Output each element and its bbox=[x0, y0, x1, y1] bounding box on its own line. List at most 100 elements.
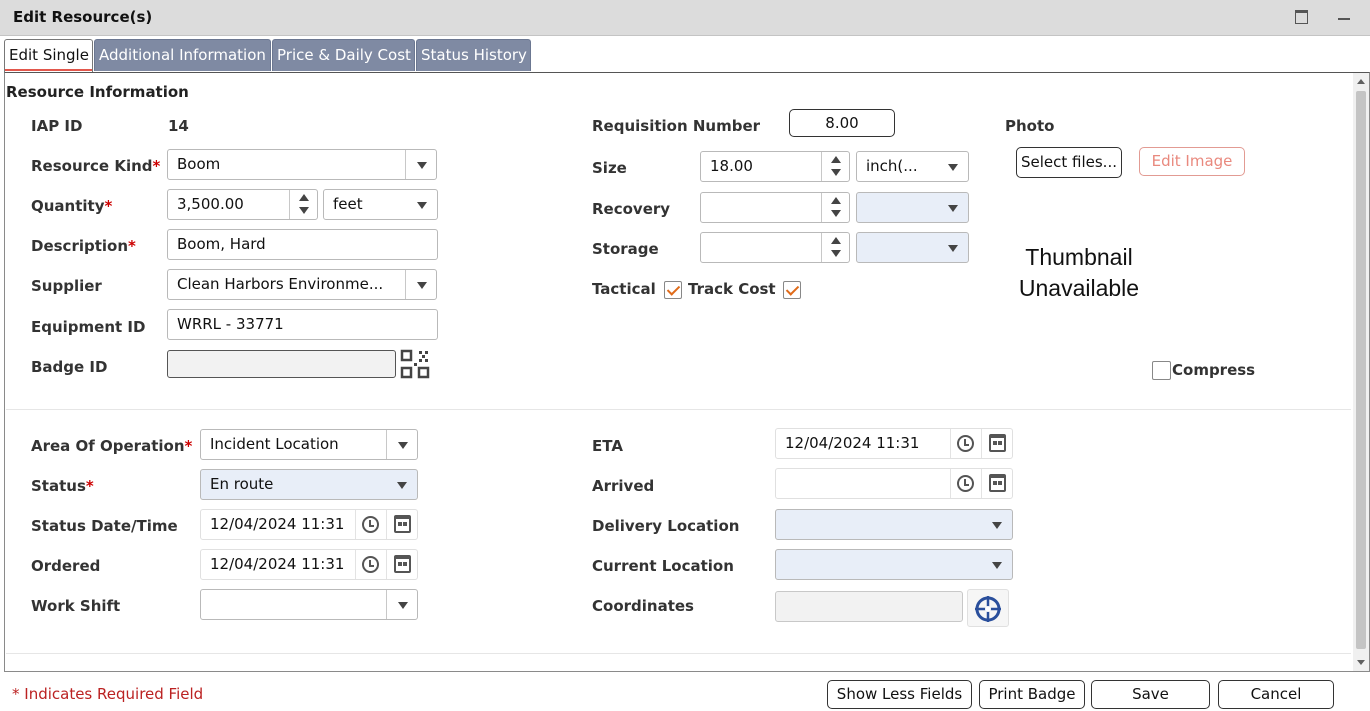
edit-image-button[interactable]: Edit Image bbox=[1139, 147, 1245, 176]
quantity-spin-buttons[interactable] bbox=[289, 190, 317, 219]
size-unit-select[interactable]: inch(... bbox=[856, 151, 969, 182]
supplier-value: Clean Harbors Environme... bbox=[177, 275, 384, 293]
locate-coordinates-button[interactable] bbox=[967, 589, 1009, 627]
size-unit-dropdown-toggle[interactable] bbox=[937, 152, 968, 181]
delivery-location-dropdown-toggle[interactable] bbox=[981, 510, 1012, 539]
size-spin-buttons[interactable] bbox=[821, 152, 849, 181]
resource-kind-label: Resource Kind* bbox=[31, 157, 161, 175]
chevron-down-icon bbox=[948, 205, 958, 212]
compress-checkbox[interactable] bbox=[1152, 361, 1171, 380]
photo-label: Photo bbox=[1005, 117, 1055, 135]
compress-label: Compress bbox=[1172, 361, 1256, 379]
status-date-button[interactable] bbox=[386, 510, 417, 539]
size-stepper[interactable]: 18.00 bbox=[700, 151, 850, 182]
maximize-icon[interactable] bbox=[1291, 6, 1311, 26]
chevron-down-icon bbox=[398, 602, 408, 609]
current-location-select[interactable] bbox=[775, 549, 1013, 580]
description-input[interactable]: Boom, Hard bbox=[167, 229, 438, 260]
thumbnail-line-1: Thumbnail bbox=[1025, 244, 1133, 270]
equipment-id-label: Equipment ID bbox=[31, 318, 146, 336]
chevron-down-icon bbox=[417, 162, 427, 169]
status-datetime-value: 12/04/2024 11:31 bbox=[210, 515, 345, 533]
eta-time-button[interactable] bbox=[950, 429, 981, 458]
spin-up-icon[interactable] bbox=[299, 194, 309, 201]
storage-spin-buttons[interactable] bbox=[821, 233, 849, 262]
ordered-time-button[interactable] bbox=[355, 550, 386, 579]
badge-id-input[interactable] bbox=[167, 350, 396, 378]
spin-down-icon[interactable] bbox=[831, 250, 841, 257]
storage-unit-select[interactable] bbox=[856, 232, 969, 263]
description-label: Description* bbox=[31, 237, 136, 255]
equipment-id-input[interactable]: WRRL - 33771 bbox=[167, 309, 438, 340]
chevron-down-icon bbox=[398, 442, 408, 449]
spin-down-icon[interactable] bbox=[831, 210, 841, 217]
spin-down-icon[interactable] bbox=[831, 169, 841, 176]
status-select[interactable]: En route bbox=[200, 469, 418, 500]
scroll-up-icon[interactable] bbox=[1357, 79, 1365, 84]
status-time-button[interactable] bbox=[355, 510, 386, 539]
quantity-unit-select[interactable]: feet bbox=[323, 189, 438, 220]
quantity-unit-dropdown-toggle[interactable] bbox=[406, 190, 437, 219]
tab-price-daily-cost[interactable]: Price & Daily Cost bbox=[272, 39, 415, 71]
chevron-down-icon bbox=[417, 202, 427, 209]
eta-datetime-picker[interactable]: 12/04/2024 11:31 bbox=[775, 428, 1013, 459]
ordered-datetime-picker[interactable]: 12/04/2024 11:31 bbox=[200, 549, 418, 580]
spin-up-icon[interactable] bbox=[831, 197, 841, 204]
resource-kind-select[interactable]: Boom bbox=[167, 149, 437, 180]
requisition-number-input[interactable]: 8.00 bbox=[789, 109, 895, 137]
storage-unit-dropdown-toggle[interactable] bbox=[937, 233, 968, 262]
ordered-date-button[interactable] bbox=[386, 550, 417, 579]
current-location-dropdown-toggle[interactable] bbox=[981, 550, 1012, 579]
chevron-down-icon bbox=[992, 522, 1002, 529]
chevron-down-icon bbox=[397, 482, 407, 489]
spin-up-icon[interactable] bbox=[831, 237, 841, 244]
quantity-stepper[interactable]: 3,500.00 bbox=[167, 189, 318, 220]
scroll-down-icon[interactable] bbox=[1357, 660, 1365, 665]
coordinates-input[interactable] bbox=[775, 591, 963, 622]
minimize-icon[interactable] bbox=[1335, 6, 1355, 26]
scroll-thumb[interactable] bbox=[1356, 91, 1366, 649]
vertical-scrollbar[interactable] bbox=[1353, 73, 1369, 671]
recovery-unit-dropdown-toggle[interactable] bbox=[937, 193, 968, 222]
storage-stepper[interactable] bbox=[700, 232, 850, 263]
status-dropdown-toggle[interactable] bbox=[386, 470, 417, 499]
supplier-select[interactable]: Clean Harbors Environme... bbox=[167, 269, 437, 300]
recovery-unit-select[interactable] bbox=[856, 192, 969, 223]
required-marker: * bbox=[104, 197, 113, 215]
recovery-stepper[interactable] bbox=[700, 192, 850, 223]
edit-single-panel: Resource Information IAP ID 14 Resource … bbox=[4, 72, 1370, 672]
status-datetime-picker[interactable]: 12/04/2024 11:31 bbox=[200, 509, 418, 540]
tab-status-history[interactable]: Status History bbox=[416, 39, 531, 71]
spin-down-icon[interactable] bbox=[299, 207, 309, 214]
delivery-location-select[interactable] bbox=[775, 509, 1013, 540]
arrived-date-button[interactable] bbox=[981, 469, 1012, 498]
area-of-operation-dropdown-toggle[interactable] bbox=[386, 430, 417, 459]
calendar-icon bbox=[989, 474, 1006, 492]
save-button[interactable]: Save bbox=[1091, 680, 1210, 709]
spin-up-icon[interactable] bbox=[831, 156, 841, 163]
thumbnail-line-2: Unavailable bbox=[1018, 275, 1140, 301]
tab-edit-single[interactable]: Edit Single bbox=[4, 39, 93, 72]
track-cost-checkbox[interactable] bbox=[783, 281, 801, 299]
print-badge-button[interactable]: Print Badge bbox=[979, 680, 1085, 709]
work-shift-select[interactable] bbox=[200, 589, 418, 620]
show-less-fields-button[interactable]: Show Less Fields bbox=[827, 680, 972, 709]
quantity-unit-value: feet bbox=[333, 195, 363, 213]
qr-code-icon[interactable] bbox=[400, 349, 430, 379]
supplier-dropdown-toggle[interactable] bbox=[405, 270, 436, 299]
quantity-label: Quantity* bbox=[31, 197, 113, 215]
size-unit-value: inch(... bbox=[866, 157, 918, 175]
resource-kind-value: Boom bbox=[177, 155, 221, 173]
arrived-datetime-picker[interactable] bbox=[775, 468, 1013, 499]
clock-icon bbox=[957, 435, 974, 452]
select-files-button[interactable]: Select files... bbox=[1016, 147, 1122, 178]
eta-date-button[interactable] bbox=[981, 429, 1012, 458]
tactical-checkbox[interactable] bbox=[664, 281, 682, 299]
work-shift-dropdown-toggle[interactable] bbox=[386, 590, 417, 619]
arrived-time-button[interactable] bbox=[950, 469, 981, 498]
cancel-button[interactable]: Cancel bbox=[1218, 680, 1334, 709]
tab-additional-information[interactable]: Additional Information bbox=[94, 39, 271, 71]
recovery-spin-buttons[interactable] bbox=[821, 193, 849, 222]
area-of-operation-select[interactable]: Incident Location bbox=[200, 429, 418, 460]
resource-kind-dropdown-toggle[interactable] bbox=[405, 150, 436, 179]
